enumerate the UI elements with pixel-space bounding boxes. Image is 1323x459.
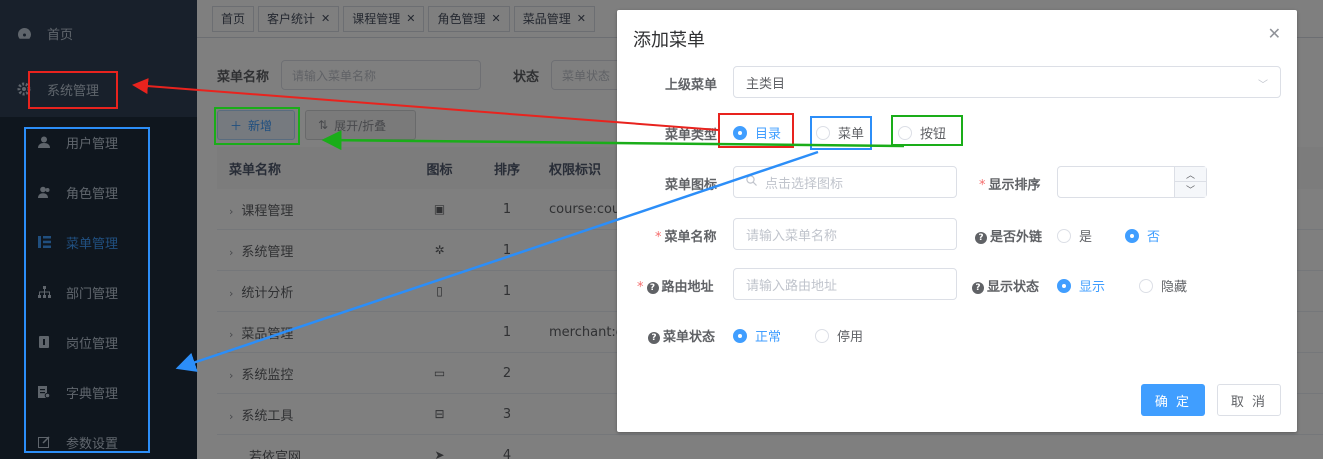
order-stepper[interactable]: ︿ ﹀ [1057, 166, 1207, 198]
radio-label: 否 [1147, 230, 1161, 245]
question-icon: ? [975, 232, 987, 244]
radio-external-no[interactable]: 否 [1125, 226, 1160, 245]
menu-name-label: * 菜单名称 [655, 230, 717, 245]
route-path-label: *? 路由地址 [637, 280, 714, 295]
parent-menu-select[interactable]: 主类目 ﹀ [733, 66, 1281, 98]
radio-status-normal[interactable]: 正常 [733, 326, 781, 345]
route-path-input[interactable]: 请输入路由地址 [733, 268, 957, 300]
radio-dot [1125, 228, 1139, 243]
radio-label: 目录 [755, 127, 782, 142]
radio-visible-show[interactable]: 显示 [1057, 276, 1105, 295]
radio-dot [815, 328, 829, 343]
radio-dot [1057, 278, 1071, 293]
visible-status-label: ? 显示状态 [972, 276, 1039, 295]
question-icon: ? [648, 332, 660, 344]
order-label: * 显示排序 [979, 178, 1041, 193]
question-icon: ? [972, 282, 984, 294]
radio-label: 显示 [1079, 280, 1106, 295]
close-icon[interactable]: ✕ [1268, 24, 1281, 43]
parent-menu-value: 主类目 [746, 76, 786, 92]
radio-label: 正常 [755, 330, 782, 345]
radio-dot [816, 125, 830, 140]
radio-external-yes[interactable]: 是 [1057, 226, 1092, 245]
chevron-down-icon[interactable]: ﹀ [1174, 182, 1206, 197]
radio-dot [898, 125, 912, 140]
question-icon: ? [646, 282, 659, 294]
icon-select-input[interactable]: 点击选择图标 [733, 166, 957, 198]
parent-menu-label: 上级菜单 [665, 78, 718, 93]
add-menu-dialog: 添加菜单 ✕ 上级菜单 主类目 ﹀ 菜单类型 目录 菜单 按钮 菜单图标 点击选… [617, 10, 1297, 432]
chevron-down-icon: ﹀ [1258, 80, 1268, 91]
radio-label: 菜单 [838, 127, 865, 142]
menu-type-label: 菜单类型 [665, 128, 718, 143]
radio-type-button[interactable]: 按钮 [898, 123, 946, 142]
radio-status-disabled[interactable]: 停用 [815, 326, 863, 345]
radio-type-menu[interactable]: 菜单 [816, 123, 864, 142]
radio-label: 按钮 [920, 127, 947, 142]
radio-label: 是 [1079, 230, 1093, 245]
dialog-title: 添加菜单 [633, 30, 705, 51]
radio-dot [733, 125, 747, 140]
menu-status-label: ? 菜单状态 [648, 326, 715, 345]
radio-dot [1057, 228, 1071, 243]
menu-name-input[interactable]: 请输入菜单名称 [733, 218, 957, 250]
radio-dot [733, 328, 747, 343]
confirm-button[interactable]: 确 定 [1141, 384, 1205, 416]
radio-label: 停用 [837, 330, 864, 345]
radio-label: 隐藏 [1161, 280, 1188, 295]
menu-icon-label: 菜单图标 [665, 178, 718, 193]
search-icon [746, 175, 757, 189]
icon-placeholder: 点击选择图标 [765, 176, 844, 192]
radio-dot [1139, 278, 1153, 293]
cancel-button[interactable]: 取 消 [1217, 384, 1281, 416]
external-link-label: ? 是否外链 [975, 226, 1042, 245]
chevron-up-icon[interactable]: ︿ [1174, 167, 1206, 182]
radio-type-directory[interactable]: 目录 [733, 123, 781, 142]
radio-visible-hide[interactable]: 隐藏 [1139, 276, 1187, 295]
